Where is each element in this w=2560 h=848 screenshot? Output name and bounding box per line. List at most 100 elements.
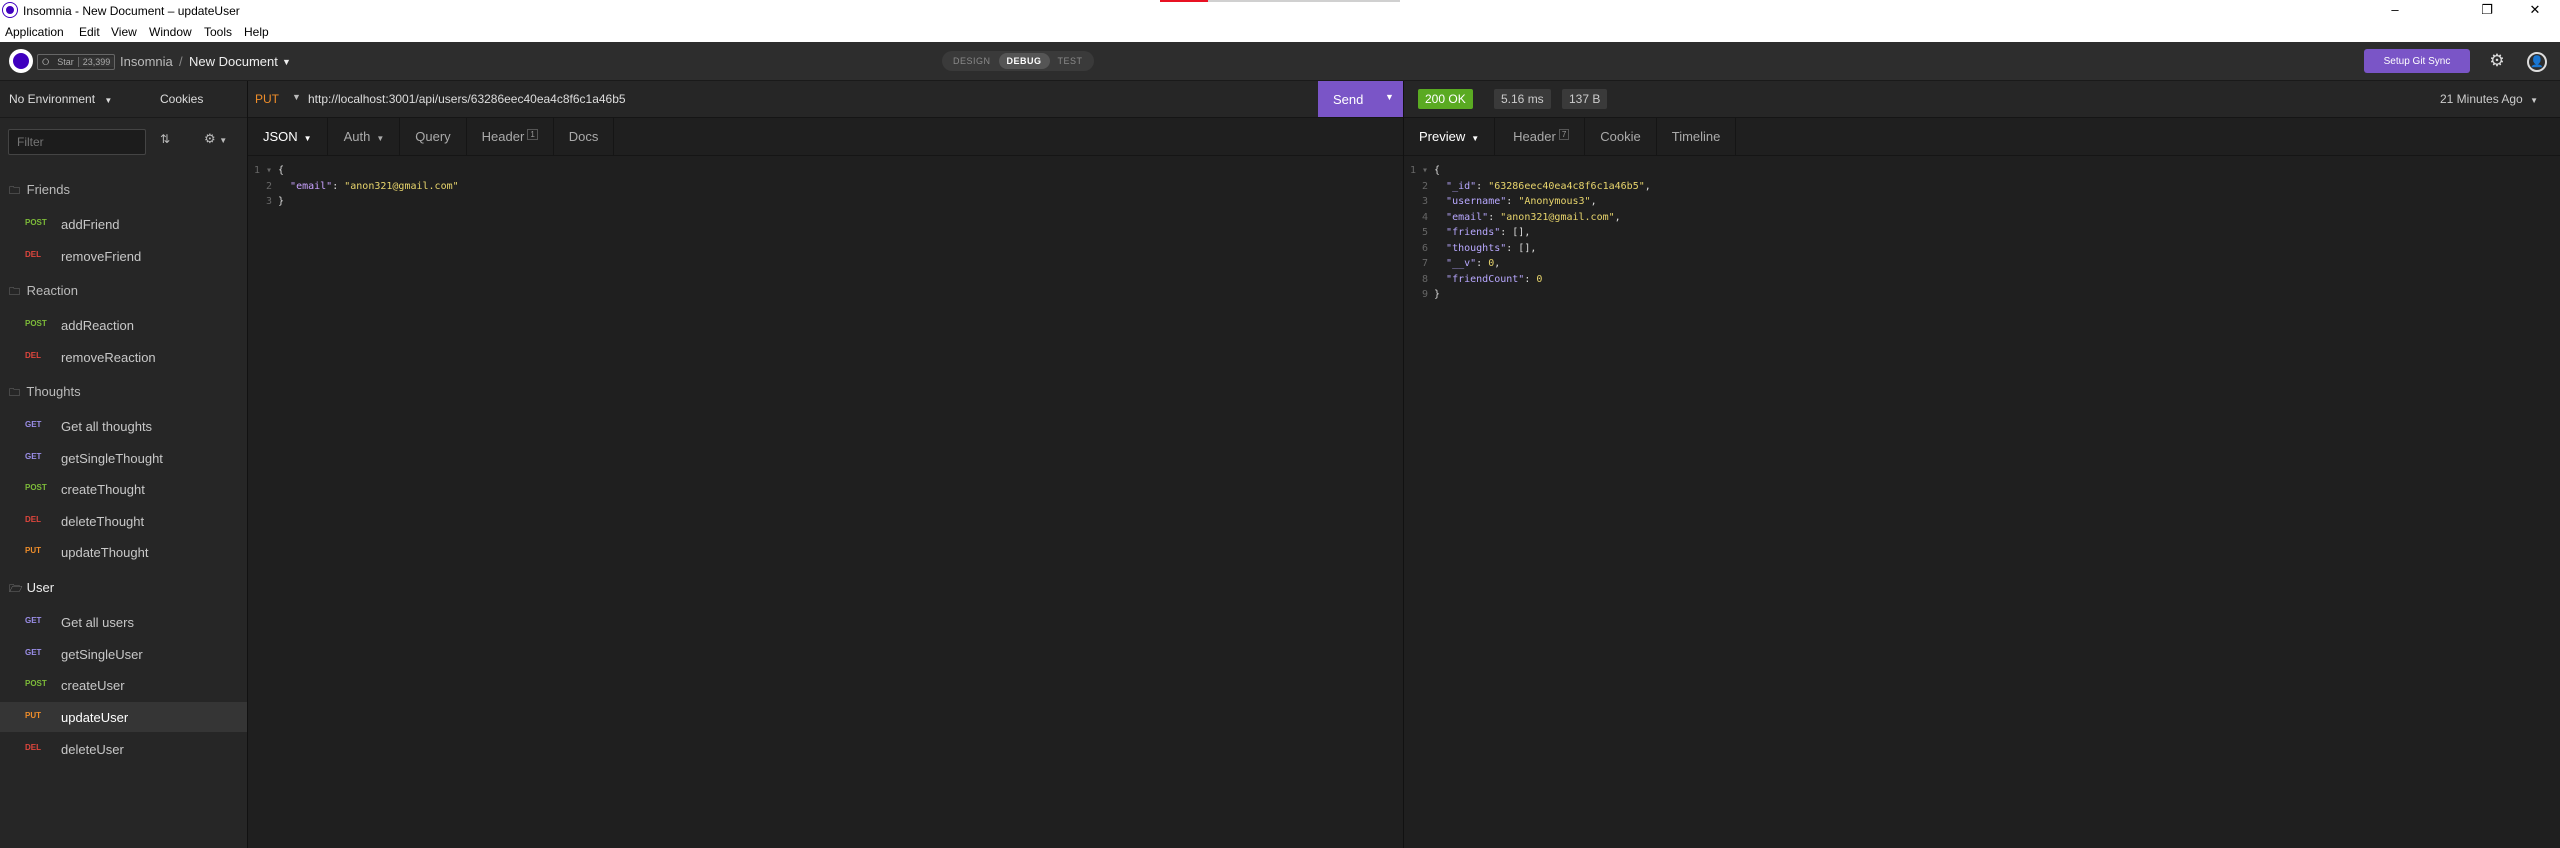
request-item[interactable]: GET getSingleThought (0, 443, 247, 473)
folder-friends[interactable]: 🗀 Friends (9, 182, 70, 201)
code-line: 3} (265, 196, 285, 207)
request-item[interactable]: GET Get all users (0, 607, 247, 637)
request-item[interactable]: POST addFriend (0, 209, 247, 239)
tab-query[interactable]: Query (400, 118, 467, 155)
folder-icon: 🗀 (9, 387, 20, 399)
request-item[interactable]: PUT updateThought (0, 537, 247, 567)
code-line: 5 "friends": [], (1421, 227, 1531, 238)
request-item[interactable]: DEL removeReaction (0, 342, 247, 372)
minimize-button[interactable]: – (2372, 0, 2418, 22)
header-count-badge: 7 (1558, 129, 1570, 140)
tab-preview[interactable]: Preview ▼ (1404, 118, 1496, 155)
close-button[interactable]: ✕ (2512, 0, 2558, 22)
tab-cookie[interactable]: Cookie (1585, 118, 1657, 155)
request-name: Get all thoughts (61, 419, 153, 434)
star-label: Star (57, 57, 74, 67)
response-body-viewer[interactable]: 1 ▾{ 2 "_id": "63286eec40ea4c8f6c1a46b5"… (1404, 163, 1651, 303)
method-badge: DEL (25, 351, 41, 360)
cookies-button[interactable]: Cookies (160, 92, 203, 106)
app-header: ⭘ Star 23,399 Insomnia / New Document ▼ … (0, 42, 2560, 81)
github-star-badge[interactable]: ⭘ Star 23,399 (37, 54, 116, 70)
breadcrumb-root[interactable]: Insomnia (120, 54, 173, 69)
tab-timeline[interactable]: Timeline (1657, 118, 1737, 155)
setup-git-sync-button[interactable]: Setup Git Sync (2364, 49, 2470, 73)
request-pane: PUT ▼ http://localhost:3001/api/users/63… (248, 81, 1404, 848)
response-pane: 200 OK 5.16 ms 137 B 21 Minutes Ago ▼ Pr… (1404, 81, 2560, 848)
request-item[interactable]: POST addReaction (0, 310, 247, 340)
request-item[interactable]: POST createThought (0, 474, 247, 504)
filter-input[interactable] (8, 129, 146, 155)
mode-design[interactable]: DESIGN (945, 53, 999, 69)
code-line: 9} (1421, 289, 1441, 300)
method-badge: GET (25, 452, 42, 461)
request-item-active[interactable]: PUT updateUser (0, 702, 247, 732)
chevron-down-icon: ▼ (376, 134, 385, 143)
method-badge: POST (25, 218, 47, 227)
request-name: Get all users (61, 615, 134, 630)
mode-test[interactable]: TEST (1050, 53, 1091, 69)
environment-selector[interactable]: No Environment ▼ (9, 92, 112, 106)
sidebar: No Environment ▼ Cookies ⇅ ⚙ ▼ 🗀 Friends… (0, 81, 248, 848)
header-count-badge: 1 (527, 129, 538, 140)
mode-switcher: DESIGN DEBUG TEST (942, 51, 1094, 71)
menu-tools[interactable]: Tools (204, 25, 232, 39)
tab-response-header[interactable]: Header 7 (1495, 118, 1586, 155)
response-size: 137 B (1562, 89, 1608, 109)
folder-label: Thoughts (26, 384, 81, 399)
request-name: addReaction (61, 318, 134, 333)
window-title-bar: Insomnia - New Document – updateUser – ❐… (0, 0, 2560, 22)
restore-button[interactable]: ❐ (2464, 0, 2510, 22)
tab-auth[interactable]: Auth ▼ (328, 118, 401, 155)
menu-application[interactable]: Application (5, 25, 64, 39)
code-line: 8 "friendCount": 0 (1421, 273, 1543, 285)
chevron-down-icon[interactable]: ▼ (292, 92, 301, 102)
tab-header[interactable]: Header 1 (467, 118, 554, 155)
request-item[interactable]: GET getSingleUser (0, 639, 247, 669)
menu-help[interactable]: Help (244, 25, 269, 39)
request-name: deleteThought (61, 514, 145, 529)
folder-thoughts[interactable]: 🗀 Thoughts (9, 384, 81, 403)
request-body-editor[interactable]: 1 ▾{ 2 "email": "anon321@gmail.com" 3} (248, 163, 459, 210)
method-selector[interactable]: PUT (255, 92, 279, 106)
tab-docs[interactable]: Docs (554, 118, 615, 155)
window-title: Insomnia - New Document – updateUser (23, 4, 240, 18)
tab-label: Header (481, 129, 525, 144)
request-item[interactable]: DEL deleteThought (0, 506, 247, 536)
method-badge: POST (25, 483, 47, 492)
sidebar-gear-icon[interactable]: ⚙ ▼ (204, 131, 227, 147)
tab-body[interactable]: JSON ▼ (248, 118, 328, 155)
tab-label: Header (1513, 129, 1556, 144)
code-line: 3 "username": "Anonymous3", (1421, 196, 1597, 207)
settings-gear-icon[interactable]: ⚙ (2487, 51, 2507, 71)
star-count: 23,399 (77, 57, 115, 67)
menu-edit[interactable]: Edit (79, 25, 100, 39)
menu-view[interactable]: View (111, 25, 137, 39)
send-button[interactable]: Send ▼ (1318, 81, 1403, 117)
url-input[interactable]: http://localhost:3001/api/users/63286eec… (308, 92, 626, 106)
request-item[interactable]: DEL deleteUser (0, 734, 247, 764)
menu-window[interactable]: Window (149, 25, 192, 39)
mode-debug[interactable]: DEBUG (998, 53, 1050, 69)
response-history-selector[interactable]: 21 Minutes Ago ▼ (2440, 92, 2538, 106)
chevron-down-icon: ▼ (303, 134, 312, 143)
github-icon: ⭘ (42, 56, 50, 67)
chevron-down-icon[interactable]: ▼ (282, 57, 291, 67)
folder-user[interactable]: 🗁 User (9, 580, 54, 599)
insomnia-logo[interactable] (9, 49, 33, 73)
tab-label: Query (415, 129, 451, 144)
document-name[interactable]: New Document (189, 54, 278, 69)
request-item[interactable]: GET Get all thoughts (0, 411, 247, 441)
chevron-down-icon[interactable]: ▼ (1385, 92, 1394, 102)
request-name: updateUser (61, 710, 129, 725)
sort-icon[interactable]: ⇅ (160, 132, 170, 146)
method-badge: DEL (25, 250, 41, 259)
method-badge: GET (25, 616, 42, 625)
progress-accent-gray (1208, 0, 1400, 2)
method-badge: DEL (25, 743, 41, 752)
request-name: deleteUser (61, 742, 124, 757)
request-item[interactable]: DEL removeFriend (0, 241, 247, 271)
request-item[interactable]: POST createUser (0, 670, 247, 700)
folder-reaction[interactable]: 🗀 Reaction (9, 283, 78, 302)
account-icon[interactable]: 👤 (2527, 52, 2547, 72)
request-name: addFriend (61, 217, 120, 232)
